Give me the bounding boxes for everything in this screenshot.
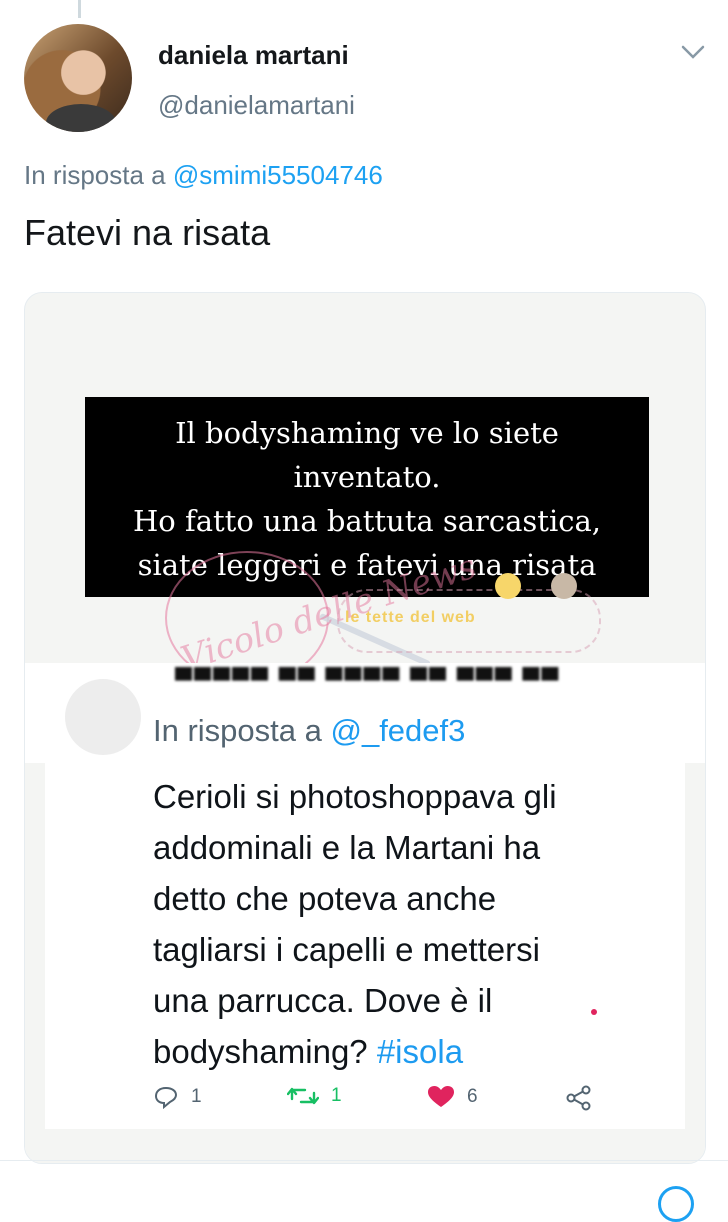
watermark-logo-right: le tette del web [345, 609, 476, 626]
inner-body-line: tagliarsi i capelli e mettersi [153, 931, 540, 968]
inner-like-action: 6 [427, 1085, 478, 1109]
reply-context: In risposta a @smimi55504746 [24, 160, 383, 191]
inner-reply-context: In risposta a @_fedef3 [153, 713, 465, 749]
heart-icon [427, 1085, 455, 1109]
inner-tweet-text: Cerioli si photoshoppava gli addominali … [153, 771, 653, 1077]
share-icon [565, 1085, 593, 1111]
bottom-divider [0, 1160, 728, 1161]
caption-box: Il bodyshaming ve lo siete inventato. Ho… [85, 397, 649, 597]
hashtag-link: #isola [376, 1033, 464, 1070]
caption-line: Il bodyshaming ve lo siete [175, 416, 559, 450]
inner-avatar [65, 679, 141, 755]
comment-icon [153, 1085, 179, 1109]
chevron-down-icon[interactable] [680, 42, 706, 62]
display-name[interactable]: daniela martani [158, 40, 349, 71]
inner-body-line: addominali e la Martani ha [153, 829, 541, 866]
retweet-icon [287, 1085, 319, 1107]
inner-retweet-action: 1 [287, 1085, 342, 1107]
inner-cropped-header: ▀▀▀▀▀ ▀▀ ▀▀▀▀ ▀▀ ▀▀▀ ▀▀ [175, 667, 561, 687]
user-handle[interactable]: @danielamartani [158, 90, 355, 121]
inner-reply-mention: @_fedef3 [330, 713, 466, 748]
tweet-text: Fatevi na risata [24, 212, 271, 253]
inner-share-action [565, 1085, 593, 1111]
thread-connector-line [78, 0, 81, 18]
watermark-face-icon [495, 573, 521, 599]
inner-left-margin [25, 763, 45, 1163]
like-count: 6 [467, 1086, 478, 1107]
share-circle-icon[interactable] [658, 1186, 694, 1222]
caption-line: Ho fatto una battuta sarcastica, [133, 504, 601, 538]
reply-count: 1 [191, 1086, 202, 1107]
retweet-count: 1 [331, 1085, 342, 1106]
inner-reply-action: 1 [153, 1085, 202, 1109]
media-image[interactable]: Il bodyshaming ve lo siete inventato. Ho… [24, 292, 706, 1164]
inner-reply-prefix: In risposta a [153, 713, 331, 748]
reply-prefix: In risposta a [24, 160, 173, 190]
media-footer [25, 1129, 705, 1163]
inner-body-text: bodyshaming? [153, 1033, 377, 1070]
reply-mention-link[interactable]: @smimi55504746 [173, 160, 383, 190]
avatar[interactable] [24, 24, 132, 132]
caption-line: inventato. [293, 460, 441, 494]
inner-body-line: detto che poteva anche [153, 880, 497, 917]
inner-body-line: una parrucca. Dove è il [153, 982, 493, 1019]
watermark-face-icon [551, 573, 577, 599]
inner-right-margin [685, 763, 705, 1163]
red-dot-artifact [591, 1009, 597, 1015]
avatar-shoulder [46, 104, 116, 132]
inner-body-line-last: bodyshaming? #isola [153, 1026, 653, 1077]
inner-body-line: Cerioli si photoshoppava gli [153, 778, 557, 815]
